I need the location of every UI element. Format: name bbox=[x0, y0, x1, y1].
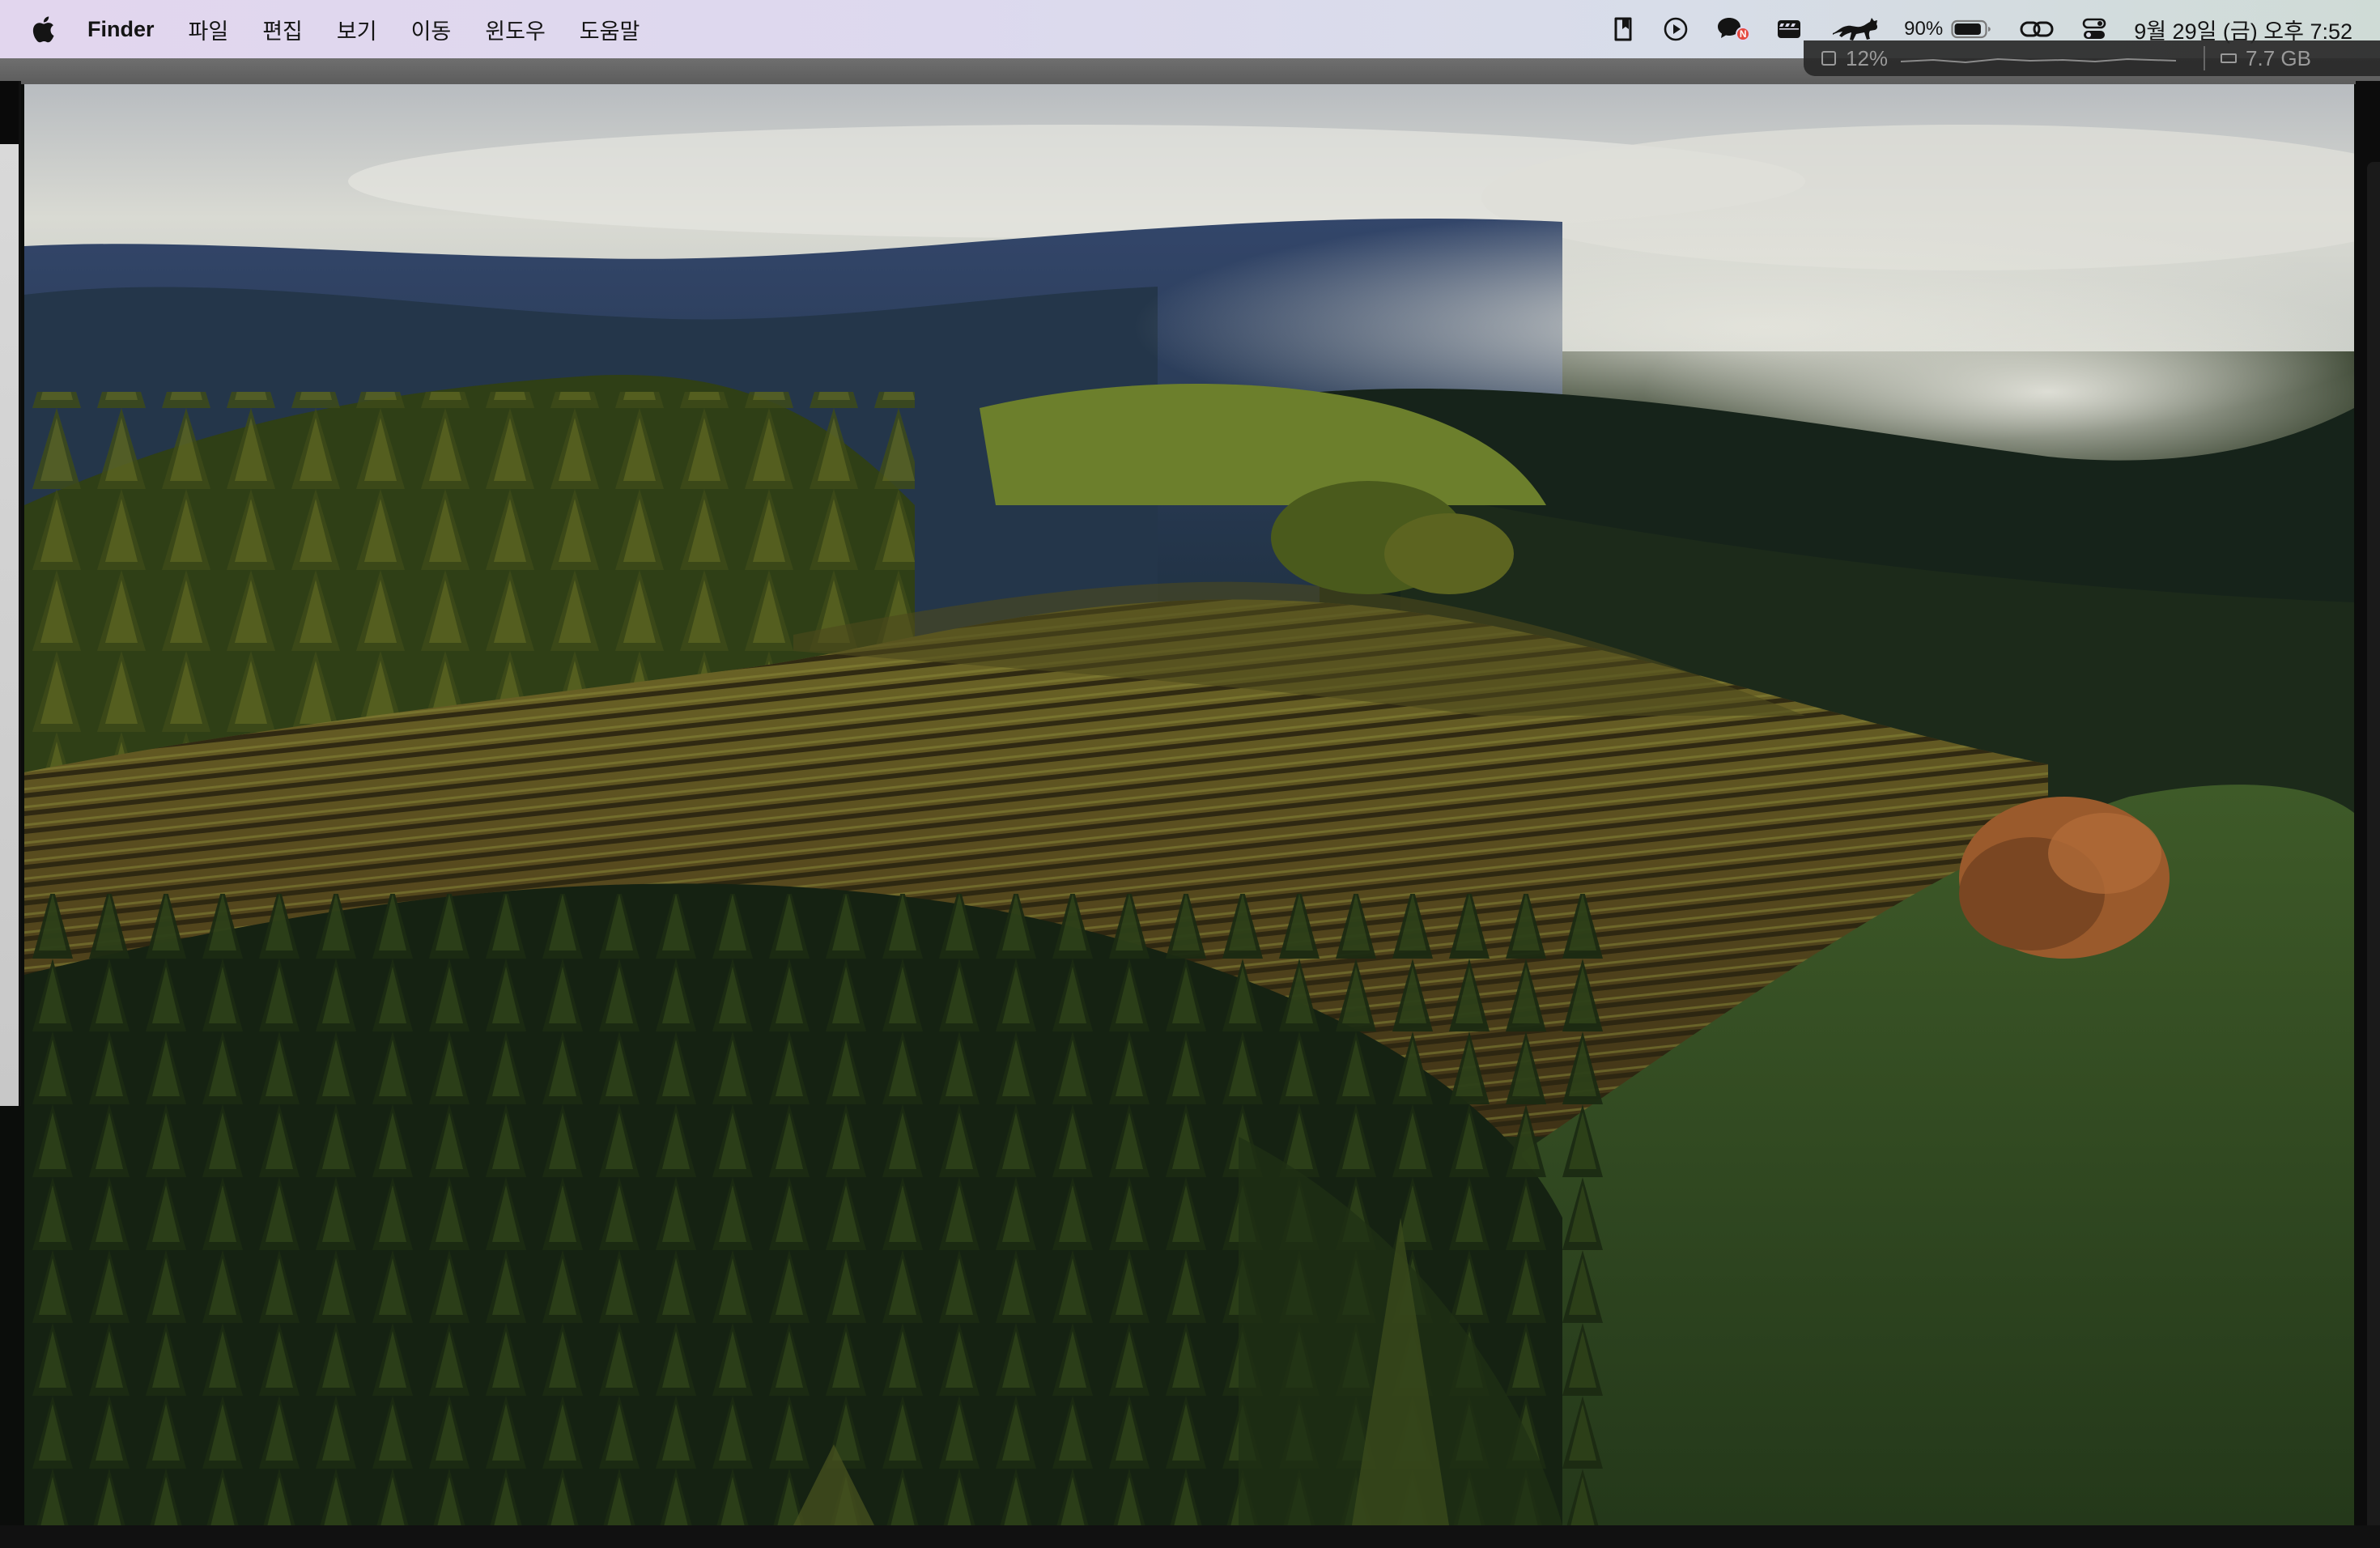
system-stats-widget[interactable]: 12% 7.7 GB bbox=[1804, 40, 2380, 76]
apple-logo-icon[interactable] bbox=[31, 13, 58, 45]
clapper-icon[interactable] bbox=[1776, 18, 1802, 40]
battery-icon[interactable] bbox=[1951, 19, 1991, 40]
cpu-icon bbox=[1820, 49, 1838, 67]
menu-view[interactable]: 보기 bbox=[337, 14, 377, 45]
control-center-icon[interactable] bbox=[2082, 17, 2106, 41]
menu-go[interactable]: 이동 bbox=[411, 14, 452, 45]
background-window-edge-right[interactable] bbox=[2356, 81, 2380, 1548]
battery-percent: 90% bbox=[1904, 18, 1944, 40]
menu-file[interactable]: 파일 bbox=[189, 14, 229, 45]
menu-edit[interactable]: 편집 bbox=[262, 14, 303, 45]
runcat-icon[interactable] bbox=[1830, 15, 1881, 43]
bottom-strip bbox=[0, 1525, 2380, 1548]
desktop-wallpaper bbox=[24, 84, 2354, 1525]
clipboard-icon[interactable] bbox=[1611, 15, 1635, 43]
memory-icon bbox=[2220, 49, 2238, 67]
cpu-sparkline bbox=[1901, 57, 2177, 64]
menu-window[interactable]: 윈도우 bbox=[485, 14, 546, 45]
cpu-usage: 12% bbox=[1846, 45, 1889, 70]
memory-usage: 7.7 GB bbox=[2246, 45, 2311, 70]
background-window-edge-left[interactable] bbox=[0, 81, 21, 1106]
chat-bubble-icon[interactable]: N bbox=[1716, 15, 1751, 43]
menu-help[interactable]: 도움말 bbox=[580, 14, 640, 45]
link-icon[interactable] bbox=[2019, 17, 2055, 41]
app-name-finder[interactable]: Finder bbox=[87, 17, 155, 42]
desktop: 12% 7.7 GB bbox=[0, 40, 2380, 1548]
menu-bar-left: Finder 파일 편집 보기 이동 윈도우 도움말 bbox=[0, 0, 674, 58]
play-icon[interactable] bbox=[1663, 16, 1689, 42]
